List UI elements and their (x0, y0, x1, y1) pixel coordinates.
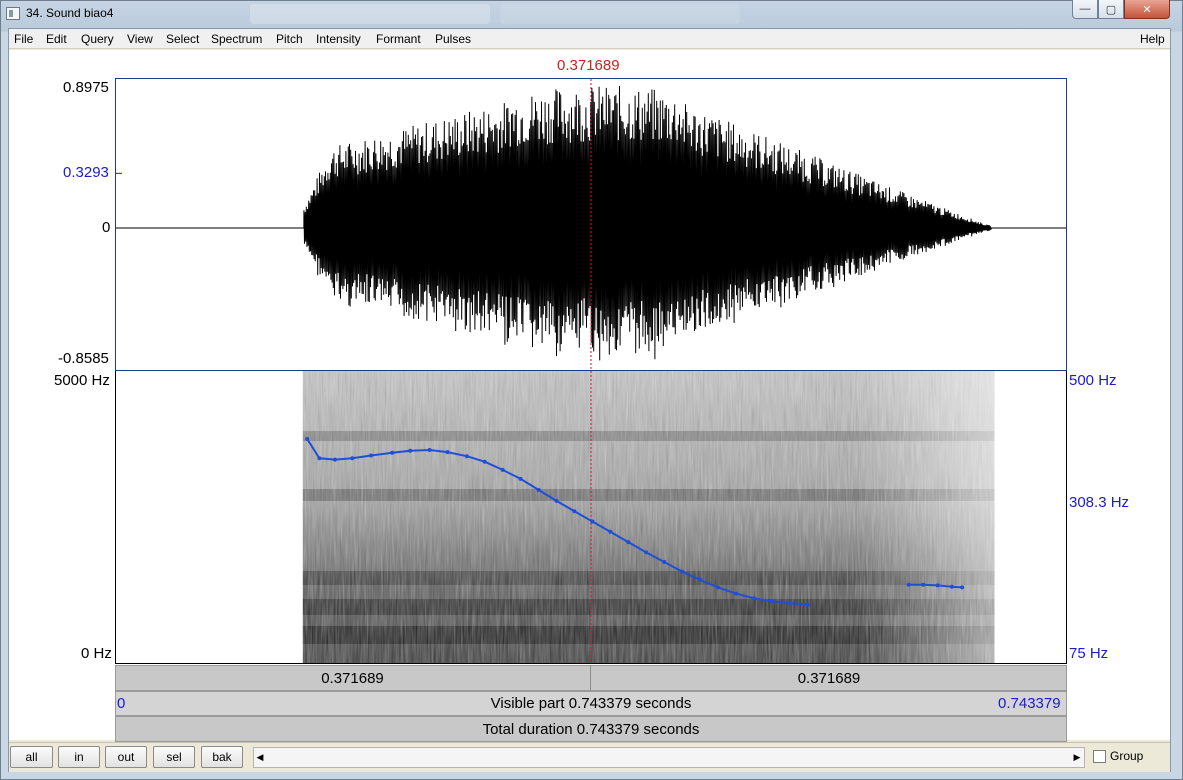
spec-freq-top-label: 5000 Hz (54, 372, 110, 389)
minimize-button[interactable]: — (1072, 0, 1098, 19)
menu-file[interactable]: File (14, 32, 33, 46)
pitch-point (921, 582, 926, 587)
pitch-point (698, 577, 703, 582)
pitch-point (518, 476, 523, 481)
title-bar[interactable]: 34. Sound biao4 — ▢ ✕ (0, 0, 1183, 28)
pitch-bottom-label: 75 Hz (1069, 645, 1109, 662)
background-window-ghost (250, 4, 490, 24)
wave-ymin-label: -0.8585 (58, 350, 109, 367)
spec-freq-bottom-label: 0 Hz (81, 645, 112, 662)
pitch-point (390, 450, 395, 455)
zoom-selection-button[interactable]: sel (153, 746, 195, 768)
pitch-point (960, 585, 965, 590)
pitch-point (662, 560, 667, 564)
menu-pitch[interactable]: Pitch (276, 32, 303, 46)
wave-zero-label: 0 (102, 219, 111, 236)
zoom-back-button[interactable]: bak (201, 746, 243, 768)
maximize-button[interactable]: ▢ (1098, 0, 1124, 19)
pitch-point (608, 529, 613, 534)
pitch-point (500, 467, 505, 472)
pitch-point (408, 448, 413, 453)
spectrogram-plot (302, 371, 995, 663)
time-before-cursor[interactable]: 0.371689 (115, 665, 591, 691)
pitch-point (554, 498, 559, 503)
pitch-point (369, 453, 373, 458)
pitch-mid-label: 308.3 Hz (1069, 494, 1130, 511)
pitch-point (770, 599, 774, 604)
group-label: Group (1110, 749, 1144, 763)
pitch-point (350, 456, 355, 461)
pitch-point (787, 601, 792, 606)
close-button[interactable]: ✕ (1124, 0, 1170, 19)
menu-help[interactable]: Help (1140, 32, 1165, 46)
pitch-point (906, 582, 911, 587)
pitch-point (935, 583, 940, 588)
zoom-in-button[interactable]: in (58, 746, 100, 768)
menu-formant[interactable]: Formant (376, 32, 421, 46)
total-duration-text: Total duration 0.743379 seconds (482, 720, 700, 738)
zoom-out-button[interactable]: out (105, 746, 147, 768)
scroll-left-arrow[interactable]: ◀ (253, 747, 267, 768)
menu-intensity[interactable]: Intensity (316, 32, 361, 46)
group-checkbox[interactable] (1093, 750, 1106, 763)
waveform-panel[interactable] (115, 78, 1067, 371)
visible-end-label: 0.743379 (998, 695, 1061, 712)
pitch-point (752, 596, 756, 601)
pitch-top-label: 500 Hz (1069, 372, 1117, 389)
visible-part-bar[interactable]: Visible part 0.743379 seconds (115, 691, 1067, 716)
wave-ymax-label: 0.8975 (63, 79, 109, 96)
pitch-point (680, 569, 685, 574)
pitch-point (536, 487, 541, 492)
pitch-point (716, 585, 720, 590)
spectrogram-panel[interactable] (115, 371, 1067, 664)
pitch-point (317, 456, 322, 461)
pitch-point (305, 437, 310, 441)
menu-select[interactable]: Select (166, 32, 199, 46)
menu-spectrum[interactable]: Spectrum (211, 32, 262, 46)
pitch-point (734, 591, 739, 596)
pitch-point (427, 448, 432, 452)
menu-pulses[interactable]: Pulses (435, 32, 471, 46)
spectrogram-image (302, 371, 995, 663)
pitch-point (333, 457, 337, 462)
pitch-point (445, 450, 450, 455)
scroll-right-arrow[interactable]: ▶ (1070, 747, 1084, 768)
app-icon (6, 7, 20, 20)
menu-view[interactable]: View (127, 32, 153, 46)
pitch-point (482, 459, 487, 464)
menu-query[interactable]: Query (81, 32, 114, 46)
window-title: 34. Sound biao4 (26, 6, 114, 20)
wave-ymark-label: 0.3293 (63, 164, 109, 181)
background-window-ghost (500, 4, 740, 24)
time-scrollbar[interactable] (253, 747, 1085, 768)
pitch-point (626, 540, 631, 545)
pitch-point (805, 602, 810, 607)
pitch-point (464, 454, 469, 459)
pitch-point (644, 550, 649, 555)
total-duration-bar[interactable]: Total duration 0.743379 seconds (115, 716, 1067, 742)
pitch-point (572, 509, 577, 514)
zoom-all-button[interactable]: all (10, 746, 53, 768)
visible-start-label: 0 (117, 695, 126, 712)
time-after-cursor[interactable]: 0.371689 (591, 665, 1067, 691)
pitch-point (590, 519, 595, 524)
cursor-time-label: 0.371689 (557, 57, 620, 74)
pitch-point (949, 584, 954, 589)
visible-part-text: Visible part 0.743379 seconds (490, 695, 692, 712)
waveform-plot (116, 79, 1066, 370)
menu-edit[interactable]: Edit (46, 32, 67, 46)
